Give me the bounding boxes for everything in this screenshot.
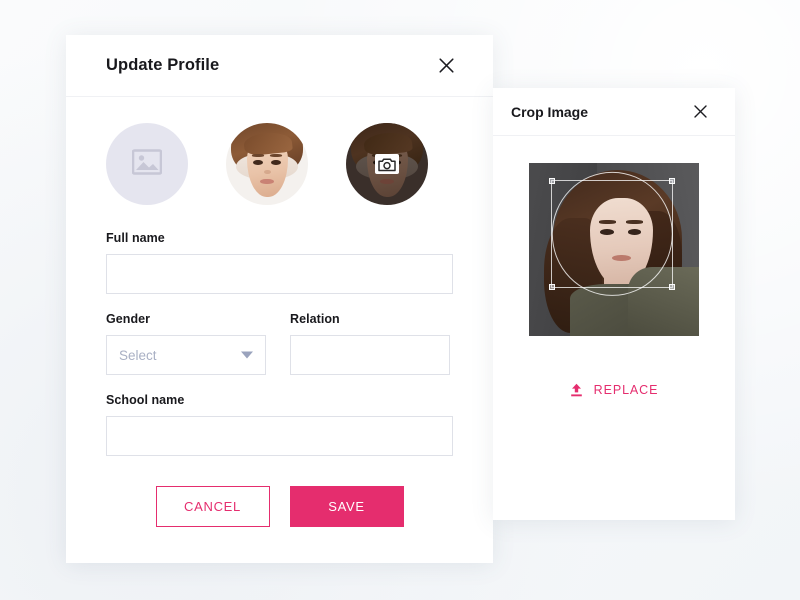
avatar-eye-right [271, 159, 281, 165]
avatar-photo-1[interactable] [226, 123, 308, 205]
gender-label: Gender [106, 312, 151, 326]
crop-panel-body: REPLACE [493, 136, 735, 397]
crop-panel-header: Crop Image [493, 88, 735, 136]
image-placeholder-icon [131, 148, 163, 180]
crop-selection-box[interactable] [549, 171, 676, 297]
gender-select-value: Select [119, 347, 157, 363]
field-school-name: School name [106, 393, 453, 456]
crop-panel-title: Crop Image [511, 103, 589, 120]
gender-select[interactable]: Select [106, 335, 266, 375]
field-relation: Relation [290, 312, 450, 375]
school-name-label: School name [106, 393, 185, 407]
full-name-input[interactable] [106, 254, 453, 294]
full-name-label: Full name [106, 231, 165, 245]
avatar-eye-left [253, 159, 263, 165]
avatar-nose [264, 169, 271, 174]
crop-handle-top-left[interactable] [549, 178, 556, 185]
school-name-input[interactable] [106, 416, 453, 456]
field-gender: Gender Select [106, 312, 266, 375]
update-profile-modal: Update Profile Full name Gender Select R… [66, 35, 493, 563]
crop-image-preview[interactable] [529, 163, 699, 336]
avatar-brow-right [270, 154, 282, 158]
relation-input[interactable] [290, 335, 450, 375]
page-title: Update Profile [106, 56, 220, 74]
modal-body: Full name Gender Select Relation School … [66, 97, 493, 527]
replace-label: REPLACE [593, 383, 659, 397]
save-button[interactable]: SAVE [289, 486, 404, 527]
cancel-button[interactable]: CANCEL [155, 486, 270, 527]
avatar-selector [106, 123, 453, 205]
avatar-photo-2[interactable] [346, 123, 428, 205]
close-icon[interactable] [433, 53, 459, 79]
field-full-name: Full name [106, 231, 453, 294]
avatar-placeholder[interactable] [106, 123, 188, 205]
crop-handle-bottom-left[interactable] [549, 283, 556, 290]
close-icon[interactable] [687, 99, 713, 125]
upload-icon [570, 383, 583, 397]
relation-label: Relation [290, 312, 340, 326]
avatar-brow-left [252, 154, 264, 158]
crop-handle-top-right[interactable] [669, 178, 676, 185]
crop-circle-guide [552, 171, 673, 297]
modal-actions: CANCEL SAVE [106, 486, 453, 527]
replace-button[interactable]: REPLACE [570, 383, 659, 397]
crop-handle-bottom-right[interactable] [669, 283, 676, 290]
camera-icon[interactable] [375, 154, 399, 174]
field-row-gender-relation: Gender Select Relation [106, 312, 453, 375]
modal-header: Update Profile [66, 35, 493, 97]
chevron-down-icon [241, 351, 253, 359]
crop-image-panel: Crop Image REPLACE [493, 88, 735, 520]
